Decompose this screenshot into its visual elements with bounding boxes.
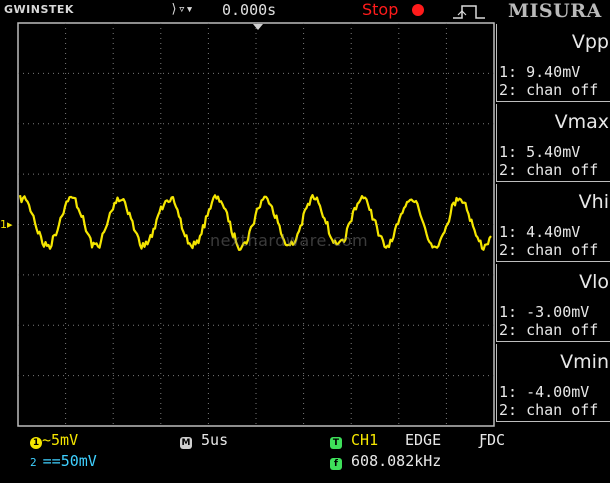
measure-title: Vmin xyxy=(560,351,609,373)
measure-ch2-value: 2: chan off xyxy=(499,161,599,179)
ch1-level-marker: 1▸ xyxy=(0,218,13,231)
measure-title: Vpp xyxy=(571,31,609,53)
site-watermark: nexthardware.com xyxy=(210,231,369,250)
bottom-status-bar: 1 ~5mV 2 ==50mV M 5us T CH1 EDGE ƑDC f 608… xyxy=(0,428,610,483)
measure-ch1-value: 1: -4.00mV xyxy=(499,383,590,401)
ch2-scale-readout: 2 ==50mV xyxy=(30,452,97,470)
measure-ch2-value: 2: chan off xyxy=(499,401,599,419)
measure-ch2-value: 2: chan off xyxy=(499,241,599,259)
ch2-number: 2 xyxy=(30,456,37,469)
ch1-badge-icon: 1 xyxy=(30,437,42,449)
dc-coupling-icon: == xyxy=(42,452,61,470)
ac-coupling-icon: ~ xyxy=(42,431,52,449)
measure-ch1-value: 1: 4.40mV xyxy=(499,223,581,241)
measure-title: Vlo xyxy=(579,271,609,293)
measure-ch1-value: 1: 5.40mV xyxy=(499,143,581,161)
ch1-scale-readout: 1 ~5mV xyxy=(30,431,78,449)
measure-block-vpp: Vpp 1: 9.40mV 2: chan off xyxy=(496,24,610,102)
measure-block-vhi: Vhi 1: 4.40mV 2: chan off xyxy=(496,184,610,262)
measure-title: Vhi xyxy=(578,191,609,213)
timebase-readout: M 5us xyxy=(180,431,228,449)
measure-block-vlo: Vlo 1: -3.00mV 2: chan off xyxy=(496,264,610,342)
frequency-badge-icon: f xyxy=(330,458,342,470)
measure-ch1-value: 1: 9.40mV xyxy=(499,63,581,81)
timebase-value: 5us xyxy=(201,431,229,449)
frequency-readout: f 608.082kHz xyxy=(330,452,441,470)
trigger-position-marker xyxy=(253,24,263,30)
trigger-type: EDGE xyxy=(405,431,442,449)
measurement-panel: Vpp 1: 9.40mV 2: chan off Vmax 1: 5.40mV… xyxy=(496,24,610,427)
measure-ch2-value: 2: chan off xyxy=(499,81,599,99)
measure-ch2-value: 2: chan off xyxy=(499,321,599,339)
graticule-grid xyxy=(18,23,494,426)
timebase-badge-icon: M xyxy=(180,437,192,449)
trigger-coupling: ƑDC xyxy=(478,431,506,449)
ch1-scale: 5mV xyxy=(51,431,79,449)
measure-ch1-value: 1: -3.00mV xyxy=(499,303,590,321)
measure-block-vmin: Vmin 1: -4.00mV 2: chan off xyxy=(496,344,610,422)
trigger-source: CH1 xyxy=(351,431,379,449)
measure-block-vmax: Vmax 1: 5.40mV 2: chan off xyxy=(496,104,610,182)
trigger-source-readout: T CH1 xyxy=(330,431,378,449)
measure-title: Vmax xyxy=(554,111,609,133)
trigger-badge-icon: T xyxy=(330,437,342,449)
ch2-scale: 50mV xyxy=(60,452,97,470)
frequency-value: 608.082kHz xyxy=(351,452,442,470)
